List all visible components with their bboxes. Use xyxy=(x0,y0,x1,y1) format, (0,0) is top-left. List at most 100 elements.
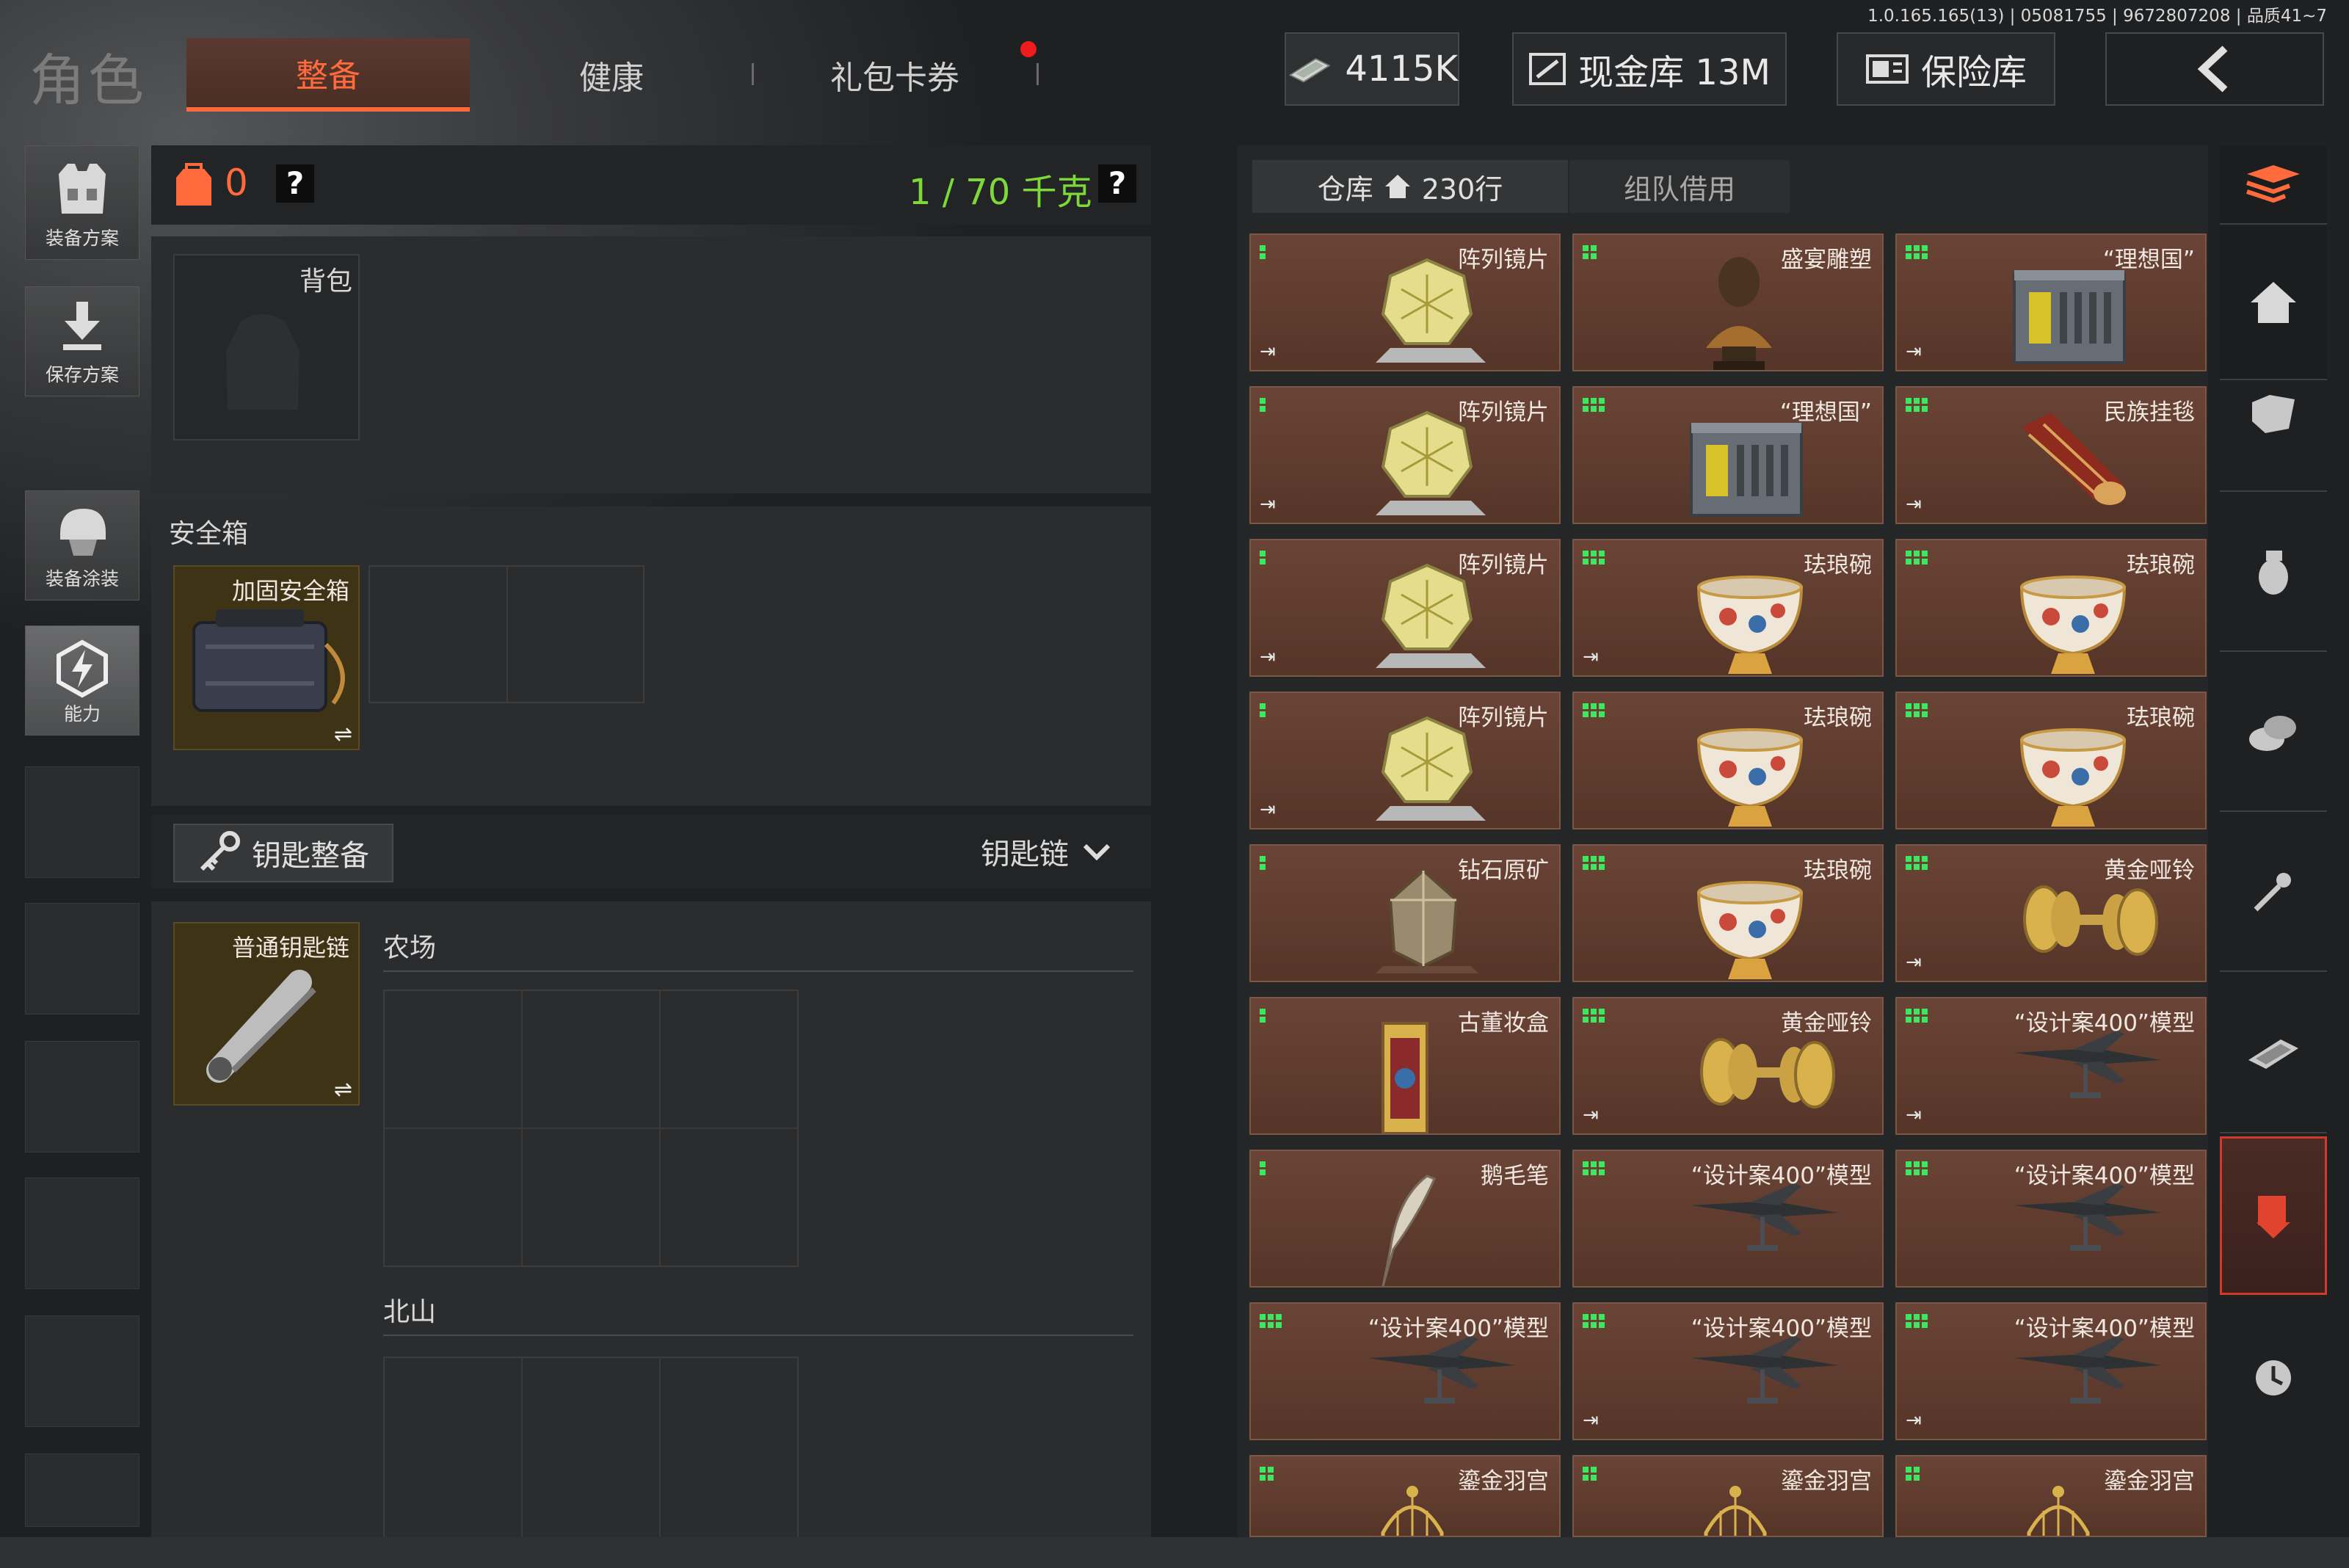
vault-icon xyxy=(1529,53,1566,85)
extract-icon: ⇥ xyxy=(1260,799,1276,821)
version-info: 1.0.165.165(13) | 05081755 | 9672807208 … xyxy=(1867,7,2327,26)
item-name: 古董妆盒 xyxy=(1458,1010,1549,1037)
warehouse-item[interactable]: “理想国” xyxy=(1572,386,1884,524)
warehouse-item[interactable]: “设计案400”模型 ⇥ xyxy=(1572,1302,1884,1440)
bottom-bar xyxy=(0,1537,2349,1568)
keychain-item-slot[interactable]: 普通钥匙链 ⇌ xyxy=(173,922,360,1106)
farm-key-grid[interactable] xyxy=(383,990,799,1267)
warehouse-item[interactable]: 珐琅碗 xyxy=(1572,844,1884,982)
tab-team-borrow[interactable]: 组队借用 xyxy=(1569,160,1790,213)
tab-storage[interactable]: 仓库 230行 xyxy=(1252,160,1568,213)
home-icon xyxy=(2251,282,2296,323)
grenade-icon xyxy=(2259,551,2288,595)
house-icon xyxy=(1384,175,1410,198)
item-name: 珐琅碗 xyxy=(1804,552,1872,578)
warehouse-item[interactable]: 阵列镜片 ⇥ xyxy=(1249,692,1561,830)
warehouse-item[interactable]: 珐琅碗 xyxy=(1895,539,2207,677)
quality-indicator xyxy=(1583,703,1605,717)
back-arrow-icon xyxy=(2197,46,2228,92)
warehouse-item[interactable]: 阵列镜片 ⇥ xyxy=(1249,539,1561,677)
chevron-down-icon xyxy=(1083,843,1111,860)
warehouse-item[interactable]: “设计案400”模型 xyxy=(1249,1302,1561,1440)
item-name: “理想国” xyxy=(2102,247,2195,273)
tab-loadout[interactable]: 整备 xyxy=(186,38,470,112)
warehouse-item[interactable]: “设计案400”模型 xyxy=(1895,1150,2207,1288)
extract-icon: ⇥ xyxy=(1583,1409,1599,1431)
empty-slot xyxy=(25,903,139,1015)
grenade-filter-button[interactable] xyxy=(2220,493,2327,652)
warehouse-item[interactable]: 珐琅碗 ⇥ xyxy=(1572,539,1884,677)
warehouse-item[interactable]: “设计案400”模型 ⇥ xyxy=(1895,997,2207,1135)
warehouse-item[interactable]: 阵列镜片 ⇥ xyxy=(1249,233,1561,371)
armor-icon xyxy=(2252,395,2295,433)
back-button[interactable] xyxy=(2105,32,2324,106)
warehouse-item[interactable]: 盛宴雕塑 xyxy=(1572,233,1884,371)
quality-indicator xyxy=(1260,856,1266,870)
quality-indicator xyxy=(1906,245,1928,259)
warehouse-item[interactable]: 珐琅碗 xyxy=(1572,692,1884,830)
backpack-icon xyxy=(176,163,211,206)
quality-indicator xyxy=(1260,245,1266,259)
cash-vault-button[interactable]: 现金库 13M xyxy=(1512,32,1787,106)
key-gear-button[interactable]: 钥匙整备 xyxy=(173,824,393,882)
safe-vault-button[interactable]: 保险库 xyxy=(1837,32,2055,106)
warehouse-item[interactable]: 黄金哑铃 ⇥ xyxy=(1895,844,2207,982)
transfer-icon xyxy=(2257,1196,2290,1238)
warehouse-item[interactable]: “设计案400”模型 ⇥ xyxy=(1895,1302,2207,1440)
warehouse-item[interactable]: 珐琅碗 xyxy=(1895,692,2207,830)
backpack-section: 背包 xyxy=(151,236,1151,493)
quality-indicator xyxy=(1906,1161,1928,1175)
backpack-placeholder-icon xyxy=(226,314,299,410)
weight-help-icon[interactable]: ? xyxy=(1098,164,1136,203)
quality-indicator xyxy=(1260,703,1266,717)
extract-icon: ⇥ xyxy=(1260,341,1276,363)
key-filter-button[interactable] xyxy=(2220,813,2327,972)
history-button[interactable] xyxy=(2220,1298,2327,1458)
save-preset-button[interactable]: 保存方案 xyxy=(25,286,139,396)
warehouse-item[interactable]: 黄金哑铃 ⇥ xyxy=(1572,997,1884,1135)
keys-header: 钥匙整备 钥匙链 xyxy=(151,815,1151,888)
warehouse-item[interactable]: 鎏金羽宫 xyxy=(1895,1455,2207,1537)
abilities-button[interactable]: 能力 xyxy=(25,625,139,736)
warehouse-item[interactable]: 民族挂毯 ⇥ xyxy=(1895,386,2207,524)
quality-indicator xyxy=(1906,703,1928,717)
swap-icon[interactable]: ⇌ xyxy=(334,722,352,747)
item-name: 盛宴雕塑 xyxy=(1781,247,1872,273)
coins-filter-button[interactable] xyxy=(2220,653,2327,812)
safebox-item-slot[interactable]: 加固安全箱 ⇌ xyxy=(173,565,360,750)
loadout-preset-button[interactable]: 装备方案 xyxy=(25,145,139,260)
quality-indicator xyxy=(1583,1314,1605,1328)
warehouse-item[interactable]: 钻石原矿 xyxy=(1249,844,1561,982)
help-icon[interactable]: ? xyxy=(276,164,314,203)
safe-icon xyxy=(1865,54,1909,84)
backpack-slot[interactable]: 背包 xyxy=(173,254,360,440)
warehouse-item[interactable]: 鎏金羽宫 xyxy=(1572,1455,1884,1537)
north-key-grid[interactable] xyxy=(383,1357,799,1547)
warehouse-item[interactable]: “理想国” ⇥ xyxy=(1895,233,2207,371)
tab-health[interactable]: 健康 xyxy=(470,38,753,112)
quality-indicator xyxy=(1906,1009,1928,1023)
download-icon xyxy=(63,302,101,350)
equipment-skin-button[interactable]: 装备涂装 xyxy=(25,490,139,600)
quality-indicator xyxy=(1583,856,1605,870)
cash-icon xyxy=(1288,58,1331,83)
warehouse-item[interactable]: “设计案400”模型 xyxy=(1572,1150,1884,1288)
extract-icon: ⇥ xyxy=(1260,493,1276,515)
swap-icon[interactable]: ⇌ xyxy=(334,1077,352,1103)
warehouse-item[interactable]: 鹅毛笔 xyxy=(1249,1150,1561,1288)
tab-gift-cards[interactable]: 礼包卡券 xyxy=(753,38,1036,112)
transfer-button[interactable] xyxy=(2220,1136,2327,1295)
sort-button[interactable] xyxy=(2220,145,2327,225)
keychain-dropdown[interactable]: 钥匙链 xyxy=(981,830,1111,874)
quality-indicator xyxy=(1906,856,1928,870)
warehouse-item[interactable]: 古董妆盒 xyxy=(1249,997,1561,1135)
extract-icon: ⇥ xyxy=(1583,1104,1599,1126)
extract-icon: ⇥ xyxy=(1906,1409,1922,1431)
cash-filter-button[interactable] xyxy=(2220,973,2327,1133)
quality-indicator xyxy=(1906,398,1928,412)
item-name: 阵列镜片 xyxy=(1458,705,1549,731)
warehouse-item[interactable]: 阵列镜片 ⇥ xyxy=(1249,386,1561,524)
item-name: 珐琅碗 xyxy=(1804,857,1872,884)
armor-filter-button[interactable] xyxy=(2220,338,2327,492)
warehouse-item[interactable]: 鎏金羽宫 xyxy=(1249,1455,1561,1537)
